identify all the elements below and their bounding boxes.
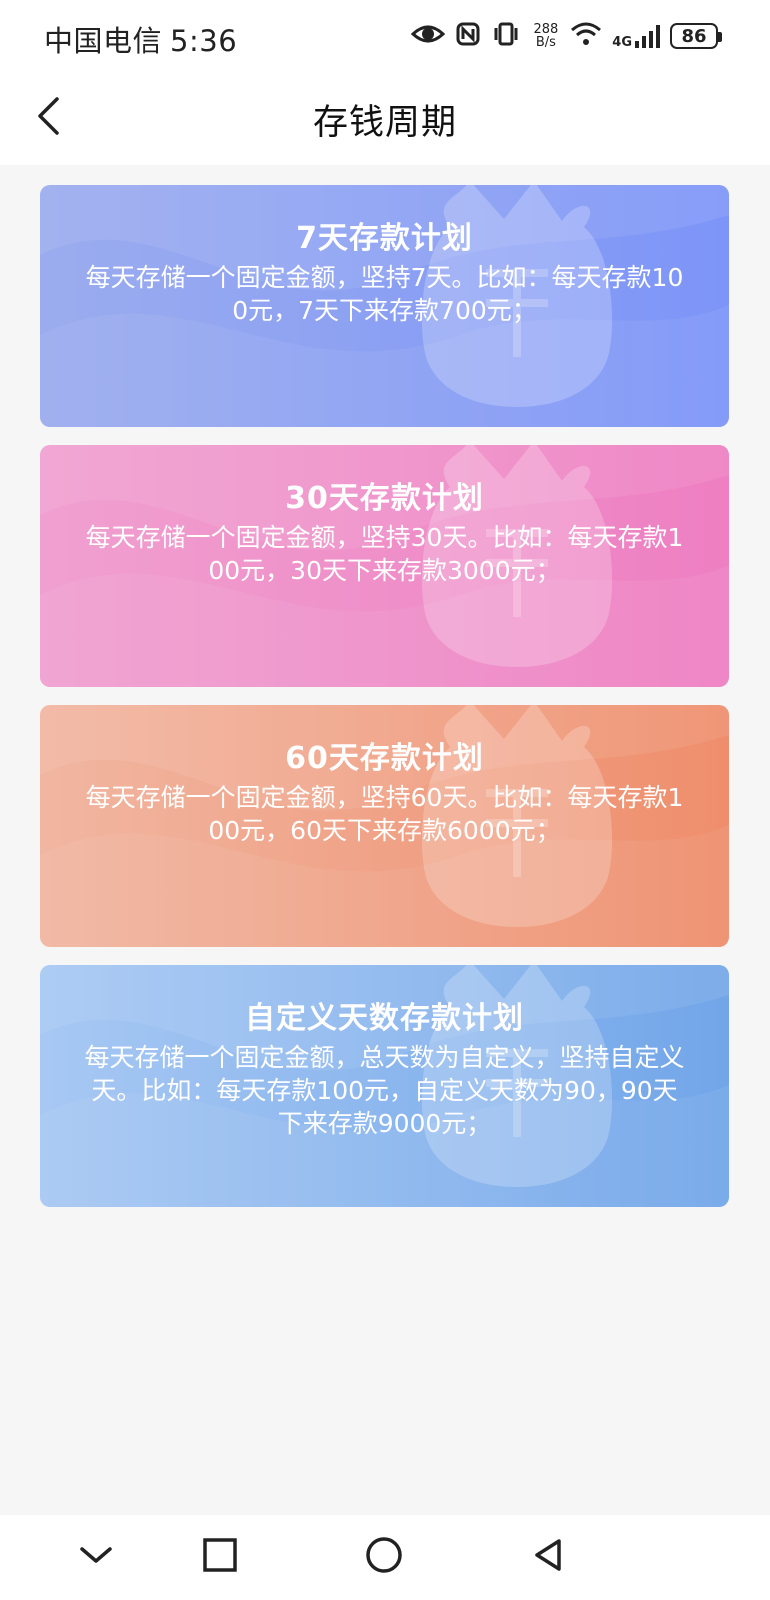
carrier-name: 中国电信 bbox=[44, 24, 163, 58]
plan-card-custom-days[interactable]: 自定义天数存款计划 每天存储一个固定金额，总天数为自定义，坚持自定义天。比如：每… bbox=[40, 965, 729, 1207]
cellular-icon: 4G bbox=[612, 23, 660, 49]
plan-card-60-days[interactable]: 60天存款计划 每天存储一个固定金额，坚持60天。比如：每天存款100元，60天… bbox=[40, 705, 729, 947]
network-speed-unit: B/s bbox=[535, 35, 556, 50]
network-speed: 288 B/s bbox=[533, 23, 558, 49]
plan-description: 每天存储一个固定金额，坚持30天。比如：每天存款100元，30天下来存款3000… bbox=[85, 523, 684, 585]
system-navigation-bar bbox=[0, 1515, 770, 1600]
wifi-icon bbox=[570, 21, 602, 51]
app-header: 存钱周期 bbox=[0, 72, 770, 165]
plan-title: 自定义天数存款计划 bbox=[245, 1001, 524, 1036]
square-icon bbox=[202, 1537, 238, 1577]
plan-card-7-days[interactable]: 7天存款计划 每天存储一个固定金额，坚持7天。比如：每天存款100元，7天下来存… bbox=[40, 185, 729, 427]
plan-description: 每天存储一个固定金额，总天数为自定义，坚持自定义天。比如：每天存款100元，自定… bbox=[84, 1043, 685, 1138]
plan-card-30-days[interactable]: 30天存款计划 每天存储一个固定金额，坚持30天。比如：每天存款100元，30天… bbox=[40, 445, 729, 687]
clock-time: 5:36 bbox=[170, 24, 238, 58]
battery-level: 86 bbox=[681, 25, 707, 47]
plan-title: 30天存款计划 bbox=[285, 481, 484, 516]
plan-list: 7天存款计划 每天存储一个固定金额，坚持7天。比如：每天存款100元，7天下来存… bbox=[40, 185, 729, 1207]
battery-icon: 86 bbox=[670, 23, 722, 49]
nav-home-button[interactable] bbox=[358, 1531, 410, 1583]
nav-collapse-button[interactable] bbox=[70, 1531, 122, 1583]
status-icons: 288 B/s 4G 86 bbox=[411, 16, 722, 56]
plan-description: 每天存储一个固定金额，坚持7天。比如：每天存款100元，7天下来存款700元； bbox=[85, 263, 684, 325]
network-type: 4G bbox=[612, 35, 632, 50]
triangle-back-icon bbox=[528, 1535, 568, 1579]
plan-title: 7天存款计划 bbox=[296, 221, 473, 256]
status-bar: 中国电信 5:36 288 B/s 4G 86 bbox=[0, 0, 770, 72]
circle-icon bbox=[364, 1535, 404, 1579]
plan-description: 每天存储一个固定金额，坚持60天。比如：每天存款100元，60天下来存款6000… bbox=[85, 783, 684, 845]
eye-icon bbox=[411, 22, 446, 50]
chevron-down-icon bbox=[78, 1543, 114, 1571]
plan-title: 60天存款计划 bbox=[285, 741, 484, 776]
nav-recent-apps-button[interactable] bbox=[194, 1531, 246, 1583]
status-left: 中国电信 5:36 bbox=[44, 18, 237, 60]
vibrate-icon bbox=[491, 21, 521, 51]
nfc-icon bbox=[455, 21, 481, 51]
page-title: 存钱周期 bbox=[312, 103, 457, 143]
nav-back-button[interactable] bbox=[522, 1531, 574, 1583]
